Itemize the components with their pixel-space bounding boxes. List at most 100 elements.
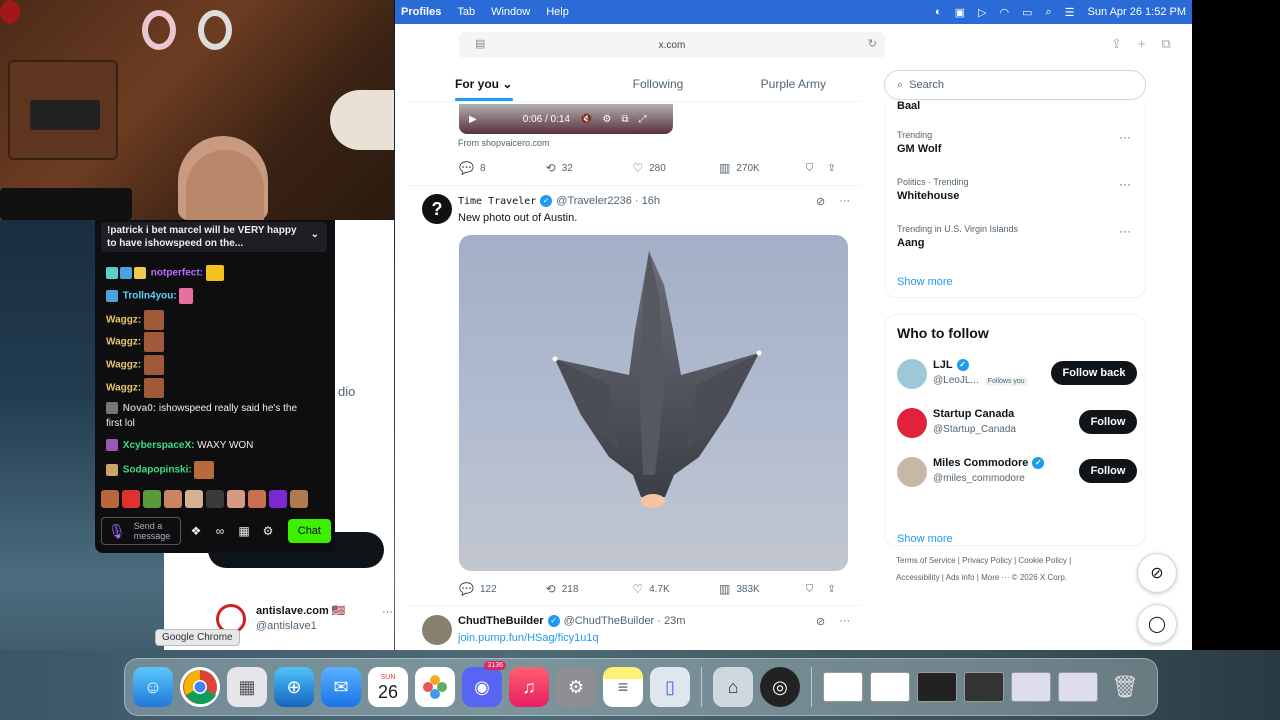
follow-back-button[interactable]: Follow back <box>1051 361 1137 385</box>
avatar[interactable] <box>897 359 927 389</box>
trend-item[interactable]: Trending GM Wolf ··· <box>897 130 1137 155</box>
repost-button[interactable]: ⟲ 32 <box>546 161 633 175</box>
emote-icon[interactable] <box>206 490 224 508</box>
menubar-clock[interactable]: Sun Apr 26 1:52 PM <box>1088 6 1186 18</box>
chud-avatar[interactable] <box>422 615 452 645</box>
video-player[interactable]: ▶ 0:06 / 0:14 🔇 ⚙ ⧉ ⤢ <box>459 104 673 134</box>
obs-icon[interactable]: ◎ <box>760 667 800 707</box>
post-link[interactable]: join.pump.fun/HSag/ficy1u1q <box>458 632 599 644</box>
share-post-icon[interactable]: ⇪ <box>827 584 849 595</box>
chat-username[interactable]: Trolln4you: <box>123 291 177 302</box>
chevron-down-icon[interactable]: ⌄ <box>311 228 319 241</box>
more-icon[interactable]: ··· <box>382 606 393 618</box>
more-icon[interactable]: ··· <box>1119 224 1131 238</box>
emote-icon[interactable] <box>290 490 308 508</box>
chrome-icon[interactable] <box>180 667 220 707</box>
post-author-name[interactable]: Time Traveler <box>458 196 536 207</box>
suggestion-name[interactable]: LJL ✓ <box>933 359 969 371</box>
post-photo[interactable] <box>459 235 848 571</box>
chat-username[interactable]: Waggz: <box>106 337 141 348</box>
emote-icon[interactable] <box>185 490 203 508</box>
trash-icon[interactable]: 🗑 <box>1105 667 1145 707</box>
trend-item[interactable]: Trending in U.S. Virgin Islands Aang ··· <box>897 224 1137 249</box>
grok-icon[interactable]: ⊘ <box>816 195 825 208</box>
wifi-icon[interactable]: ◠ <box>999 6 1009 19</box>
finder-icon[interactable]: ☺ <box>133 667 173 707</box>
background-post-name[interactable]: antislave.com 🇺🇸 <box>256 604 346 617</box>
menu-window[interactable]: Window <box>491 6 530 18</box>
calendar-icon[interactable]: SUN 26 <box>368 667 408 707</box>
infinity-icon[interactable]: ∞ <box>211 524 229 538</box>
minimized-window-thumbnail[interactable] <box>1011 672 1051 702</box>
chat-username[interactable]: Waggz: <box>106 383 141 394</box>
like-button[interactable]: ♡ 4.7K <box>632 582 719 596</box>
emote-icon[interactable] <box>164 490 182 508</box>
messages-fab-icon[interactable]: ◯ <box>1137 604 1177 644</box>
trends-show-more[interactable]: Show more <box>897 276 953 288</box>
minimized-window-thumbnail[interactable] <box>964 672 1004 702</box>
notes-icon[interactable]: ≡ <box>603 667 643 707</box>
bookmark-icon[interactable]: ⛉ <box>806 163 828 174</box>
emote-icon[interactable] <box>269 490 287 508</box>
settings-icon[interactable]: ⚙ <box>602 114 611 125</box>
more-icon[interactable]: ··· <box>839 195 850 208</box>
video-source[interactable]: From shopvaicero.com <box>458 138 550 148</box>
footer-line[interactable]: Accessibility | Ads info | More ··· © 20… <box>896 569 1146 586</box>
music-icon[interactable]: ♫ <box>509 667 549 707</box>
footer-line[interactable]: Terms of Service | Privacy Policy | Cook… <box>896 552 1146 569</box>
chat-username[interactable]: Sodapopinski: <box>123 465 192 476</box>
post-handle[interactable]: @ChudTheBuilder · 23m <box>564 615 686 627</box>
microphone-icon[interactable]: 🎙 <box>108 524 126 538</box>
reload-icon[interactable]: ↻ <box>868 37 877 50</box>
chat-username[interactable]: Waggz: <box>106 360 141 371</box>
post-author-name[interactable]: ChudTheBuilder <box>458 615 544 627</box>
pinned-message[interactable]: !patrick i bet marcel will be VERY happy… <box>101 222 327 252</box>
menu-help[interactable]: Help <box>546 6 569 18</box>
trend-partial[interactable]: Baal <box>897 100 1137 112</box>
chat-username[interactable]: Waggz: <box>106 315 141 326</box>
share-post-icon[interactable]: ⇪ <box>827 163 849 174</box>
menu-profiles[interactable]: Profiles <box>401 6 441 18</box>
spotlight-search-icon[interactable]: ⌕ <box>1046 6 1052 19</box>
tab-overview-icon[interactable]: ▤ <box>475 37 485 50</box>
repost-button[interactable]: ⟲ 218 <box>546 582 633 596</box>
address-bar[interactable]: ▤ x.com ↻ <box>459 32 885 58</box>
screen-record-icon[interactable]: ▣ <box>955 6 965 19</box>
grok-icon[interactable]: ⊘ <box>816 615 825 628</box>
play-circle-icon[interactable]: ▷ <box>978 6 986 19</box>
url-text[interactable]: x.com <box>659 40 686 51</box>
views-button[interactable]: ▥ 383K <box>719 582 806 596</box>
follow-show-more[interactable]: Show more <box>897 533 953 545</box>
emote-icon[interactable] <box>122 490 140 508</box>
emote-icon[interactable] <box>227 490 245 508</box>
control-center-icon[interactable]: ☰ <box>1065 6 1075 19</box>
chat-username[interactable]: XcyberspaceX: <box>123 440 195 451</box>
reply-button[interactable]: 💬 8 <box>459 161 546 175</box>
sequoia-icon[interactable]: ⌂ <box>713 667 753 707</box>
tab-following[interactable]: Following <box>590 68 725 101</box>
discord-icon[interactable]: ◉ 3136 <box>462 661 506 707</box>
time-traveler-avatar[interactable]: ? <box>422 194 452 224</box>
tab-purple-army[interactable]: Purple Army <box>726 68 861 101</box>
launchpad-icon[interactable]: ▦ <box>227 667 267 707</box>
emote-icon[interactable] <box>143 490 161 508</box>
share-icon[interactable]: ⇪ <box>1111 36 1122 52</box>
grok-fab-icon[interactable]: ⊘ <box>1137 553 1177 593</box>
suggestion-name[interactable]: Startup Canada <box>933 408 1014 420</box>
chat-username[interactable]: notperfect: <box>151 268 203 279</box>
minimized-window-thumbnail[interactable] <box>870 672 910 702</box>
chat-input[interactable]: 🎙 Send a message <box>101 517 181 545</box>
trend-item[interactable]: Politics · Trending Whitehouse ··· <box>897 177 1137 202</box>
like-button[interactable]: ♡ 280 <box>632 161 719 175</box>
more-icon[interactable]: ··· <box>1119 177 1131 191</box>
emote-icon[interactable] <box>101 490 119 508</box>
more-icon[interactable]: ··· <box>1119 130 1131 144</box>
minimized-window-thumbnail[interactable] <box>917 672 957 702</box>
iphone-mirroring-icon[interactable]: ▯ <box>650 667 690 707</box>
gear-icon[interactable]: ⚙ <box>259 524 277 538</box>
store-icon[interactable]: ▦ <box>235 524 253 538</box>
safari-icon[interactable]: ⊕ <box>274 667 314 707</box>
pip-icon[interactable]: ⧉ <box>621 114 628 125</box>
photos-icon[interactable] <box>415 667 455 707</box>
minimized-window-thumbnail[interactable] <box>1058 672 1098 702</box>
